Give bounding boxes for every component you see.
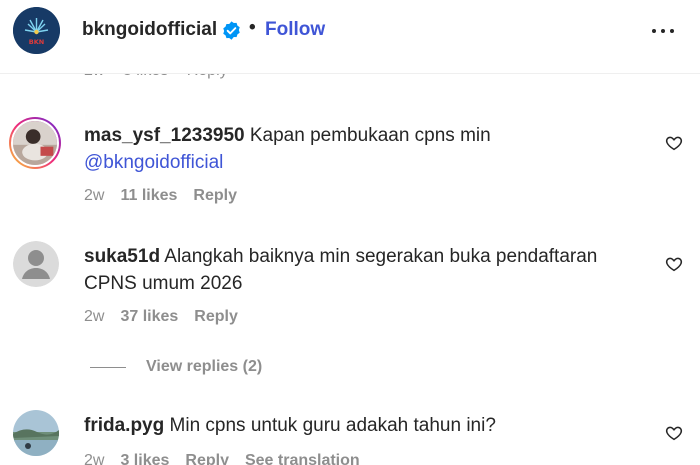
post-author-username[interactable]: bkngoidofficial [82, 19, 217, 41]
comment-username[interactable]: frida.pyg [84, 415, 164, 436]
post-header: BKN bkngoidofficial • Follow [0, 0, 700, 74]
separator-dot: • [249, 17, 256, 38]
default-user-icon [13, 241, 59, 287]
heart-outline-icon[interactable] [665, 134, 683, 152]
bkn-logo-icon: BKN [13, 7, 60, 54]
reply-button[interactable]: Reply [185, 452, 229, 465]
heart-outline-icon[interactable] [665, 255, 683, 273]
see-translation-button[interactable]: See translation [245, 452, 360, 465]
comment-text: mas_ysf_1233950 Kapan pembukaan cpns min… [84, 122, 644, 176]
comment-meta: 2w 37 likes Reply [84, 308, 254, 326]
comment-text: frida.pyg Min cpns untuk guru adakah tah… [84, 412, 644, 439]
comment-likes[interactable]: 11 likes [120, 187, 177, 205]
comment-body: Alangkah baiknya min segerakan buka pend… [84, 246, 598, 294]
comment-time: 2w [84, 187, 105, 204]
follow-button[interactable]: Follow [265, 19, 325, 41]
comment-likes[interactable]: 37 likes [120, 308, 178, 326]
comment-username[interactable]: mas_ysf_1233950 [84, 125, 245, 146]
user-avatar[interactable] [13, 410, 59, 456]
reply-button[interactable]: Reply [193, 187, 237, 205]
comment-body: Kapan pembukaan cpns min [249, 125, 491, 146]
reply-button[interactable]: Reply [194, 308, 238, 326]
user-avatar[interactable] [9, 117, 61, 169]
comment-username[interactable]: suka51d [84, 246, 160, 267]
verified-badge-icon [223, 21, 240, 40]
view-replies-label[interactable]: View replies (2) [146, 358, 262, 376]
more-options-icon[interactable] [648, 16, 678, 46]
bkn-avatar[interactable]: BKN [13, 7, 60, 54]
profile-photo-icon [11, 119, 59, 167]
view-replies-button[interactable]: View replies (2) [90, 358, 262, 376]
comment-meta: 2w 11 likes Reply [84, 187, 253, 205]
comment-time: 2w [84, 452, 105, 465]
comment-meta: 2w 3 likes Reply See translation [84, 452, 376, 465]
comment-text: suka51d Alangkah baiknya min segerakan b… [84, 243, 644, 297]
comment-body: Min cpns untuk guru adakah tahun ini? [169, 415, 496, 436]
avatar-text: BKN [29, 38, 44, 46]
comment-time: 2w [84, 308, 105, 325]
comment-likes[interactable]: 3 likes [120, 452, 169, 465]
replies-divider [90, 366, 126, 368]
mention-link[interactable]: @bkngoidofficial [84, 152, 223, 173]
profile-photo-icon [13, 410, 59, 456]
user-avatar[interactable] [13, 241, 59, 287]
heart-outline-icon[interactable] [665, 424, 683, 442]
